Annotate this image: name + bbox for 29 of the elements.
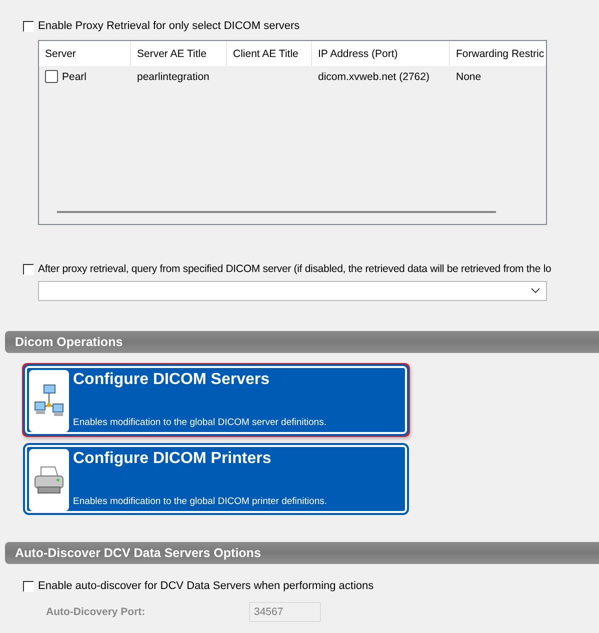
column-header[interactable]: IP Address (Port) [312,41,450,66]
checkbox[interactable] [23,264,34,274]
printer-icon [33,465,65,495]
operation-card[interactable]: Configure DICOM Servers Enables modification to the global DICOM server definitions. [22,363,410,437]
card-title: Configure DICOM Printers [73,450,272,468]
network-icon [34,384,64,418]
chevron-down-icon [531,288,540,294]
scrollbar[interactable] [57,211,496,213]
column-header[interactable]: Forwarding Restric [450,41,546,66]
table-cell: dicom.xvweb.net (2762) [318,70,430,82]
checkbox-label: After proxy retrieval, query from specified DICOM server (if disabled, the retrieved data will be retrieved from the lo [38,263,552,275]
table-cell: Pearl [62,70,87,82]
section-header: Auto-Discover DCV Data Servers Options [5,542,599,564]
card-description: Enables modification to the global DICOM server definitions. [73,417,326,428]
card-title: Configure DICOM Servers [73,371,270,389]
column-header[interactable]: Server [39,41,131,66]
column-header[interactable]: Server AE Title [131,41,227,66]
port-label: Auto-Dicovery Port: [46,606,146,618]
checkbox[interactable] [23,20,34,32]
checkbox-label: Enable auto-discover for DCV Data Servers when performing actions [38,580,374,592]
table-cell: pearlintegration [137,70,210,82]
operation-card[interactable]: Configure DICOM Printers Enables modification to the global DICOM printer definitions. [22,442,410,516]
column-header[interactable]: Client AE Title [227,41,312,66]
section-header: Dicom Operations [5,331,599,353]
card-description: Enables modification to the global DICOM printer definitions. [73,496,327,507]
checkbox[interactable] [23,580,34,592]
row-checkbox[interactable] [45,70,58,83]
checkbox-label: Enable Proxy Retrieval for only select DICOM servers [38,20,300,32]
table-cell: None [456,70,482,82]
